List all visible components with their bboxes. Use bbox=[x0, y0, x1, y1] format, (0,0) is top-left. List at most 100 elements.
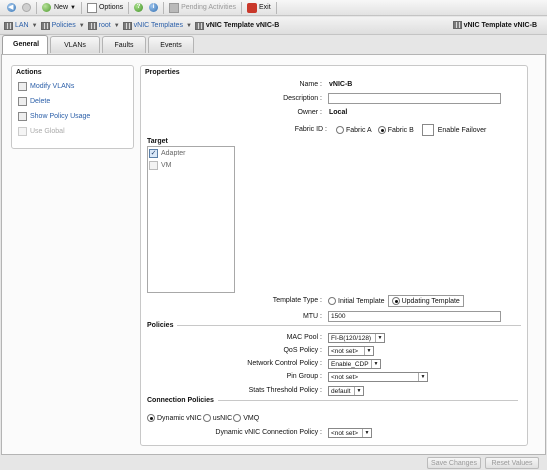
toolbar-divider bbox=[128, 1, 130, 14]
tab-faults[interactable]: Faults bbox=[102, 36, 146, 53]
target-list: ✓ Adapter VM bbox=[147, 146, 235, 293]
connection-policies-section-header: Connection Policies bbox=[147, 397, 518, 404]
options-button[interactable]: Options bbox=[84, 1, 126, 15]
updating-template-radio[interactable] bbox=[391, 297, 400, 305]
chevron-down-icon: ▼ bbox=[70, 4, 76, 11]
usnic-radio[interactable] bbox=[202, 414, 211, 422]
description-label: Description : bbox=[283, 95, 322, 102]
breadcrumb-lan[interactable]: LAN bbox=[4, 21, 29, 30]
exit-icon bbox=[246, 2, 257, 13]
fabric-a-radio[interactable] bbox=[336, 126, 344, 134]
updating-template-label: Updating Template bbox=[401, 297, 460, 305]
description-field[interactable] bbox=[328, 93, 501, 104]
actions-title: Actions bbox=[16, 69, 42, 76]
modify-vlans-icon bbox=[18, 82, 27, 91]
policies-icon bbox=[40, 21, 50, 30]
template-type-group: Initial Template Updating Template bbox=[328, 295, 464, 307]
policies-title: Policies bbox=[147, 322, 174, 329]
target-vm-checkbox[interactable] bbox=[149, 160, 158, 170]
vmq-radio[interactable] bbox=[233, 414, 242, 422]
use-global-label: Use Global bbox=[30, 128, 65, 135]
breadcrumb: LAN ▼ Policies ▼ root ▼ vNIC Templates ▼… bbox=[0, 17, 547, 35]
dynamic-vnic-connection-policy-value: <not set> bbox=[331, 429, 359, 437]
policies-section-header: Policies bbox=[147, 322, 522, 329]
initial-template-label: Initial Template bbox=[338, 297, 385, 305]
toolbar-divider bbox=[163, 1, 165, 14]
tab-vlans[interactable]: VLANs bbox=[50, 36, 100, 53]
breadcrumb-vnic-templates-label: vNIC Templates bbox=[133, 22, 183, 29]
initial-template-radio[interactable] bbox=[328, 297, 336, 305]
breadcrumb-separator-icon: ▼ bbox=[113, 22, 120, 29]
actions-panel: Actions Modify VLANs Delete Show Policy … bbox=[11, 65, 134, 149]
back-button[interactable]: ◀ bbox=[4, 1, 19, 15]
name-value: vNIC-B bbox=[329, 81, 353, 88]
show-policy-usage-link[interactable]: Show Policy Usage bbox=[12, 109, 133, 124]
info-button[interactable]: i bbox=[146, 1, 161, 15]
toolbar: ◀ New ▼ Options ? i Pending Activities E… bbox=[0, 0, 547, 16]
breadcrumb-root-label: root bbox=[98, 22, 111, 29]
target-vm-label: VM bbox=[161, 161, 172, 169]
dynamic-vnic-radio[interactable] bbox=[147, 414, 155, 422]
stats-threshold-policy-label: Stats Threshold Policy : bbox=[248, 387, 322, 394]
connection-policies-title: Connection Policies bbox=[147, 397, 214, 404]
mac-pool-select[interactable]: FI-B(120/128) ▼ bbox=[328, 333, 385, 343]
back-arrow-icon: ◀ bbox=[7, 3, 16, 12]
dynamic-vnic-label: Dynamic vNIC bbox=[157, 414, 202, 422]
target-adapter-checkbox[interactable]: ✓ bbox=[149, 148, 158, 158]
mtu-field[interactable]: 1500 bbox=[328, 311, 501, 322]
network-control-policy-value: Enable_CDP bbox=[331, 360, 369, 368]
chevron-down-icon: ▼ bbox=[371, 360, 380, 368]
forward-button[interactable] bbox=[19, 1, 34, 15]
chevron-down-icon: ▼ bbox=[418, 373, 427, 381]
breadcrumb-policies[interactable]: Policies bbox=[40, 21, 76, 30]
enable-failover-checkbox[interactable] bbox=[421, 124, 434, 136]
toolbar-divider bbox=[275, 1, 277, 14]
qos-policy-label: QoS Policy : bbox=[283, 347, 322, 354]
properties-title: Properties bbox=[145, 69, 180, 76]
vnic-template-icon bbox=[452, 21, 462, 29]
enable-failover-label: Enable Failover bbox=[437, 126, 487, 134]
new-button[interactable]: New ▼ bbox=[39, 1, 79, 15]
mtu-label: MTU : bbox=[302, 313, 322, 320]
help-button[interactable]: ? bbox=[131, 1, 146, 15]
qos-policy-select[interactable]: <not set> ▼ bbox=[328, 346, 374, 356]
pending-activities-button[interactable]: Pending Activities bbox=[166, 1, 239, 15]
chevron-down-icon: ▼ bbox=[354, 387, 363, 395]
breadcrumb-separator-icon: ▼ bbox=[31, 22, 38, 29]
page-title: vNIC Template vNIC-B bbox=[452, 21, 537, 29]
delete-link[interactable]: Delete bbox=[12, 94, 133, 109]
stats-threshold-policy-select[interactable]: default ▼ bbox=[328, 386, 364, 396]
target-label: Target bbox=[147, 138, 168, 145]
breadcrumb-vnic-templates[interactable]: vNIC Templates bbox=[122, 21, 183, 30]
pin-group-label: Pin Group : bbox=[286, 373, 322, 380]
use-global-icon bbox=[18, 127, 27, 136]
toolbar-divider bbox=[80, 1, 82, 14]
breadcrumb-lan-label: LAN bbox=[15, 22, 29, 29]
stats-threshold-policy-value: default bbox=[331, 387, 351, 395]
pin-group-value: <not set> bbox=[331, 373, 359, 381]
breadcrumb-root[interactable]: root bbox=[87, 21, 111, 30]
fabric-b-radio[interactable] bbox=[377, 126, 386, 134]
connection-type-group: Dynamic vNIC usNIC VMQ bbox=[147, 412, 259, 424]
show-policy-usage-label: Show Policy Usage bbox=[30, 113, 91, 120]
reset-values-button[interactable]: Reset Values bbox=[485, 457, 539, 469]
footer: Save Changes Reset Values bbox=[0, 455, 547, 470]
tab-general[interactable]: General bbox=[2, 35, 48, 54]
network-control-policy-select[interactable]: Enable_CDP ▼ bbox=[328, 359, 381, 369]
target-adapter-item[interactable]: ✓ Adapter bbox=[148, 147, 234, 159]
help-icon: ? bbox=[134, 3, 144, 12]
fabric-a-label: Fabric A bbox=[346, 126, 372, 134]
fabric-id-group: Fabric A Fabric B Enable Failover bbox=[336, 124, 486, 136]
use-global-link[interactable]: Use Global bbox=[12, 124, 133, 139]
target-vm-item[interactable]: VM bbox=[148, 159, 234, 171]
save-changes-button[interactable]: Save Changes bbox=[427, 457, 481, 469]
pin-group-select[interactable]: <not set> ▼ bbox=[328, 372, 428, 382]
dynamic-vnic-connection-policy-select[interactable]: <not set> ▼ bbox=[328, 428, 372, 438]
owner-label: Owner : bbox=[297, 109, 322, 116]
exit-button[interactable]: Exit bbox=[244, 1, 274, 15]
chevron-down-icon: ▼ bbox=[375, 334, 384, 342]
updating-template-option[interactable]: Updating Template bbox=[387, 295, 464, 307]
modify-vlans-link[interactable]: Modify VLANs bbox=[12, 79, 133, 94]
page-title-label: vNIC Template vNIC-B bbox=[463, 21, 537, 29]
tab-events[interactable]: Events bbox=[148, 36, 194, 53]
